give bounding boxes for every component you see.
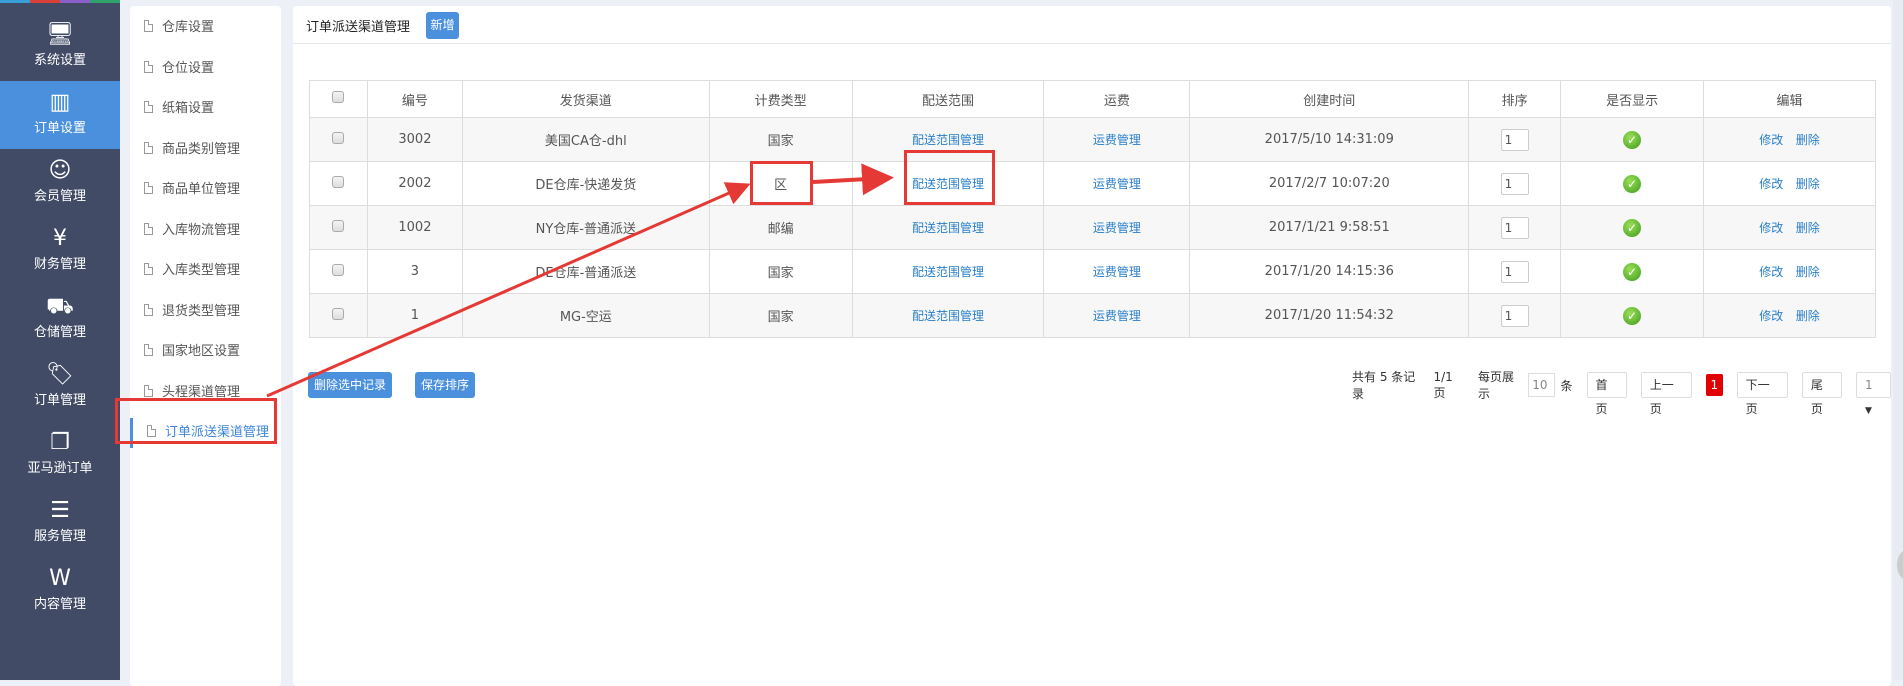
annotation-arrows	[266, 163, 894, 398]
annotation-arrow-long	[266, 182, 751, 398]
annotation-arrow-short	[812, 163, 894, 196]
